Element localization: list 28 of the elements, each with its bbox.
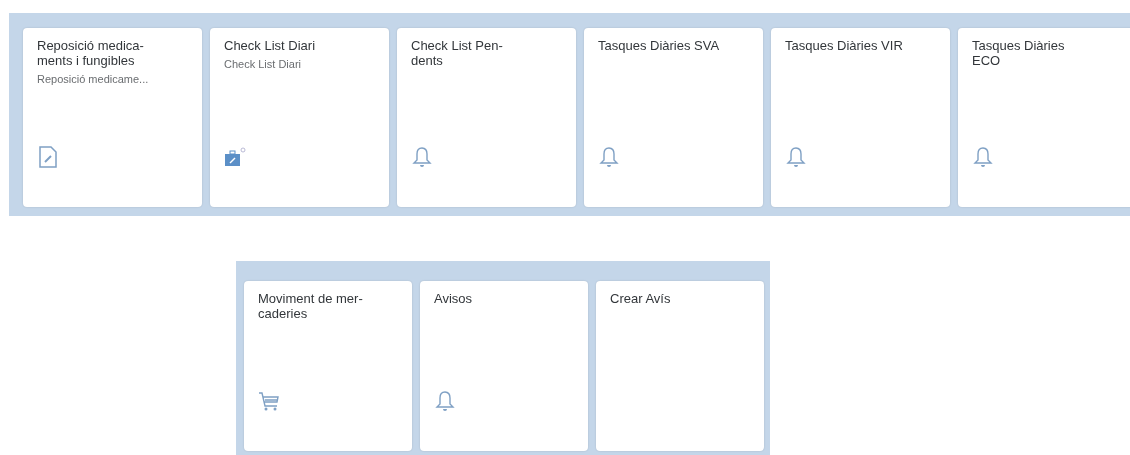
document-edit-icon [37, 145, 59, 169]
tile-title: Tasques Diàries VIR [785, 38, 904, 53]
app-tile[interactable]: Moviment de mer- caderies [244, 281, 412, 451]
app-tile[interactable]: Crear Avís [596, 281, 764, 451]
cart-icon [258, 389, 280, 413]
app-tile[interactable]: Reposició medica- ments i fungibles Reposició medicame... [23, 28, 202, 207]
tile-title: Crear Avís [610, 291, 672, 306]
tile-title: Avisos [434, 291, 474, 306]
bell-icon [434, 389, 456, 413]
tile-subtitle: Check List Diari [224, 58, 303, 70]
tile-title: Moviment de mer- caderies [258, 291, 364, 321]
bell-icon [972, 145, 994, 169]
tile-title: Tasques Diàries ECO [972, 38, 1066, 68]
tile-title: Reposició medica- ments i fungibles [37, 38, 145, 68]
bell-icon [598, 145, 620, 169]
app-tile[interactable]: Check List Diari Check List Diari [210, 28, 389, 207]
app-tile[interactable]: Tasques Diàries VIR [771, 28, 950, 207]
bell-icon [411, 145, 433, 169]
tile-subtitle: Reposició medicame... [37, 73, 150, 85]
app-tile[interactable]: Tasques Diàries ECO [958, 28, 1130, 207]
tile-title: Check List Pen- dents [411, 38, 504, 68]
tile-title: Tasques Diàries SVA [598, 38, 721, 53]
tile-title: Check List Diari [224, 38, 317, 53]
app-tile[interactable]: Tasques Diàries SVA [584, 28, 763, 207]
app-tile[interactable]: Avisos [420, 281, 588, 451]
bell-icon [785, 145, 807, 169]
app-tile[interactable]: Check List Pen- dents [397, 28, 576, 207]
briefcase-icon [224, 145, 246, 169]
